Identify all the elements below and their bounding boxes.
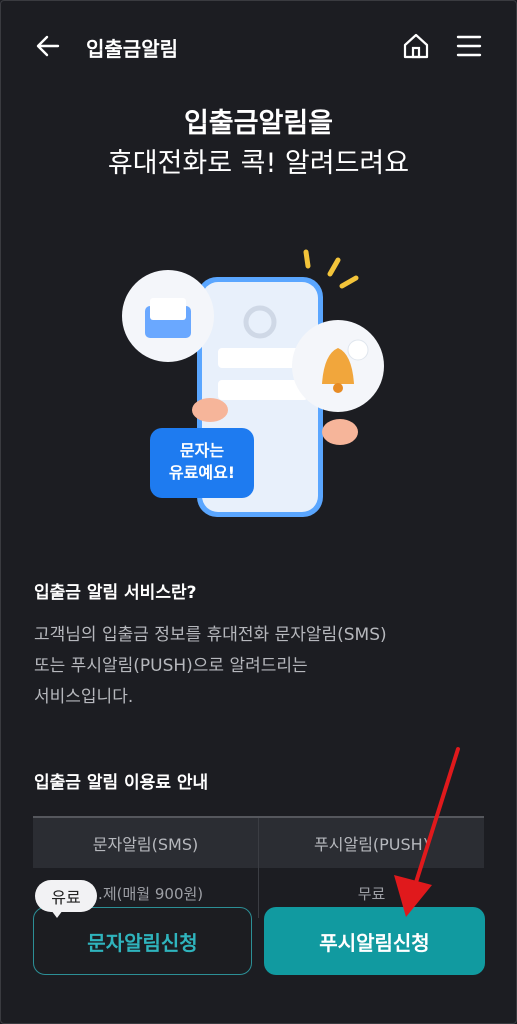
desc-line-2: 또는 푸시알림(PUSH)으로 알려드리는 (34, 656, 308, 676)
column-header-sms: 문자알림(SMS) (92, 835, 199, 854)
desc-line-3: 서비스입니다. (34, 687, 134, 707)
fee-table-header: 문자알림(SMS) 푸시알림(PUSH) (33, 816, 484, 868)
top-bar: 입출금알림 (0, 0, 517, 92)
phone-illustration (122, 249, 384, 517)
headline-line-1: 입출금알림을 (183, 108, 334, 139)
service-description: 고객님의 입출금 정보를 휴대전화 문자알림(SMS) 또는 푸시알림(PUSH… (34, 620, 484, 713)
home-icon[interactable] (402, 32, 430, 60)
service-title: 입출금 알림 서비스란? (34, 583, 197, 603)
column-header-push: 푸시알림(PUSH) (258, 818, 484, 868)
sms-apply-button[interactable]: 문자알림신청 (33, 907, 252, 975)
tag-line-1: 문자는 (179, 441, 225, 460)
hamburger-menu-icon[interactable] (455, 32, 483, 60)
tag-line-2: 유료예요! (168, 463, 236, 482)
sms-paid-tag: 문자는 유료예요! (150, 428, 254, 498)
fee-title: 입출금 알림 이용료 안내 (34, 773, 209, 793)
hero-headline: 입출금알림을 휴대전화로 콕! 알려드려요 (0, 104, 517, 184)
arrow-left-icon[interactable] (34, 32, 62, 60)
headline-line-2: 휴대전화로 콕! 알려드려요 (107, 148, 410, 179)
page-title: 입출금알림 (86, 37, 178, 61)
desc-line-1: 고객님의 입출금 정보를 휴대전화 문자알림(SMS) (34, 625, 387, 645)
paid-badge: 유료 (35, 880, 97, 918)
push-apply-button[interactable]: 푸시알림신청 (264, 907, 485, 975)
bottom-button-area: 문자알림신청 유료 푸시알림신청 (0, 880, 517, 1024)
